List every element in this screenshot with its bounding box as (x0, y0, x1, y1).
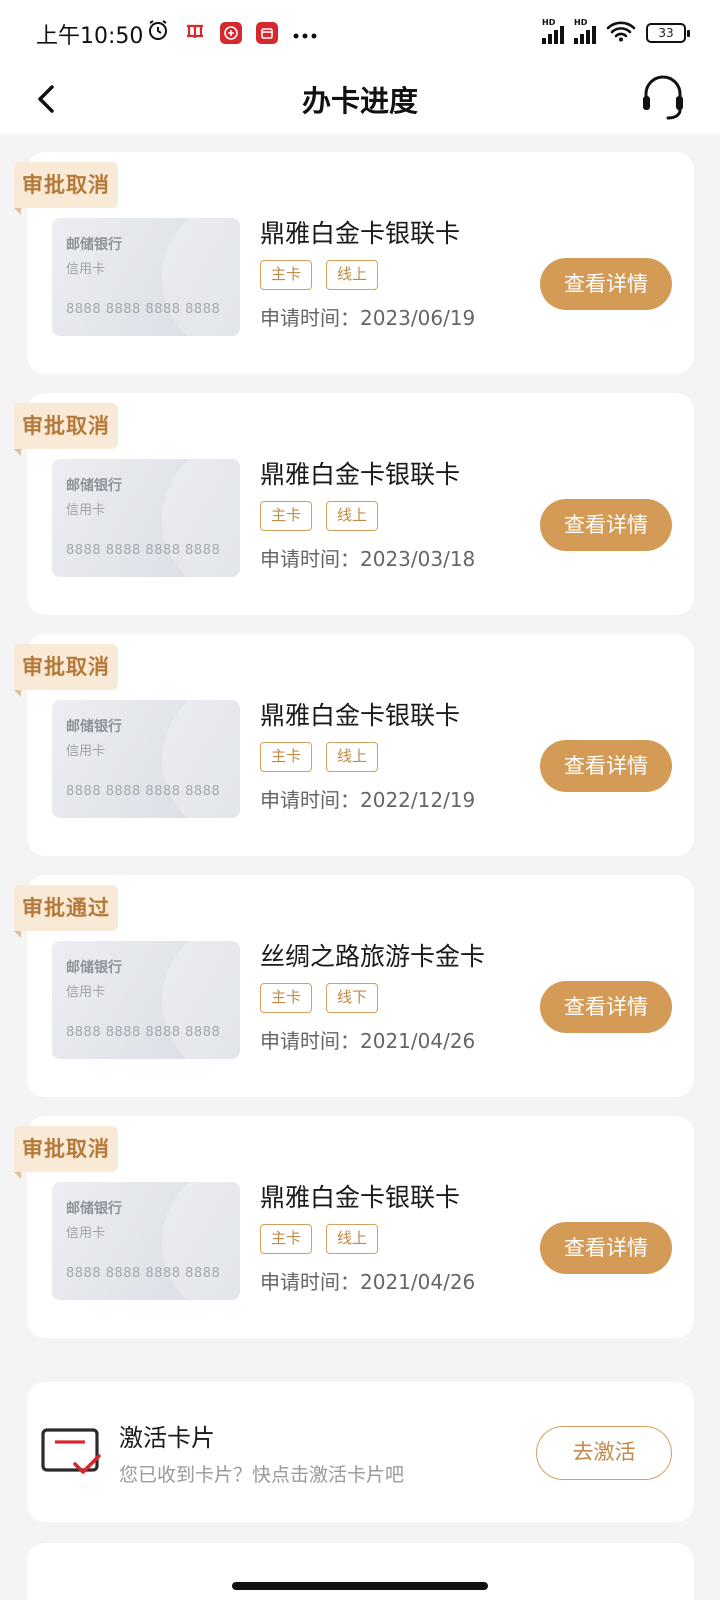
card-product-name: 鼎雅白金卡银联卡 (260, 701, 461, 730)
signal-icon-2: HD (574, 18, 596, 44)
status-badge: 审批取消 (14, 1126, 118, 1179)
apply-date: 申请时间：2021/04/26 (260, 1029, 476, 1053)
card-face-image: 邮储银行 信用卡 8888 8888 8888 8888 (52, 1182, 240, 1300)
battery-level: 33 (658, 26, 674, 40)
card-tag: 主卡 (260, 742, 313, 772)
card-product-name: 鼎雅白金卡银联卡 (260, 219, 461, 248)
status-time: 上午10:50 (36, 24, 144, 49)
wifi-icon (606, 20, 636, 46)
customer-service-button[interactable] (640, 72, 686, 122)
application-card[interactable]: 审批取消 邮储银行 信用卡 8888 8888 8888 8888 鼎雅白金卡银… (14, 393, 694, 615)
application-list: 审批取消 邮储银行 信用卡 8888 8888 8888 8888 鼎雅白金卡银… (14, 152, 694, 1357)
apply-date: 申请时间：2021/04/26 (260, 1270, 476, 1294)
alarm-icon (146, 18, 170, 48)
next-panel (27, 1543, 694, 1600)
activate-subtitle: 您已收到卡片？快点击激活卡片吧 (119, 1464, 405, 1486)
card-tag: 线上 (326, 260, 379, 290)
card-tag: 主卡 (260, 501, 313, 531)
apply-date: 申请时间：2023/03/18 (260, 547, 476, 571)
application-card[interactable]: 审批通过 邮储银行 信用卡 8888 8888 8888 8888 丝绸之路旅游… (14, 875, 694, 1097)
activate-card-panel: 激活卡片 您已收到卡片？快点击激活卡片吧 去激活 (27, 1382, 694, 1522)
card-tag: 主卡 (260, 983, 313, 1013)
postal-app-icon (184, 20, 206, 46)
activate-button[interactable]: 去激活 (536, 1426, 672, 1480)
application-card[interactable]: 审批取消 邮储银行 信用卡 8888 8888 8888 8888 鼎雅白金卡银… (14, 634, 694, 856)
card-face-type: 信用卡 (66, 503, 106, 518)
signal-icon: HD (542, 18, 564, 44)
application-card[interactable]: 审批取消 邮储银行 信用卡 8888 8888 8888 8888 鼎雅白金卡银… (14, 152, 694, 374)
card-face-number: 8888 8888 8888 8888 (66, 784, 221, 799)
card-face-number: 8888 8888 8888 8888 (66, 1025, 221, 1040)
status-bar: 上午10:50 HD HD 33 (0, 0, 720, 64)
card-face-bank: 邮储银行 (66, 478, 122, 494)
card-tags: 主卡 线上 (260, 1224, 379, 1254)
calendar-app-icon (256, 22, 278, 44)
status-notification-icons (146, 18, 318, 48)
network-type-label: HD (542, 18, 556, 27)
home-indicator[interactable] (232, 1582, 488, 1590)
view-details-button[interactable]: 查看详情 (540, 499, 672, 551)
card-face-bank: 邮储银行 (66, 1201, 122, 1217)
activate-title: 激活卡片 (119, 1424, 215, 1452)
network-type-label-2: HD (574, 18, 588, 27)
card-face-bank: 邮储银行 (66, 719, 122, 735)
apply-date: 申请时间：2022/12/19 (260, 788, 476, 812)
headset-icon (643, 75, 683, 120)
card-tags: 主卡 线下 (260, 983, 379, 1013)
card-tag: 主卡 (260, 1224, 313, 1254)
status-badge: 审批取消 (14, 403, 118, 456)
card-product-name: 鼎雅白金卡银联卡 (260, 1183, 461, 1212)
card-face-image: 邮储银行 信用卡 8888 8888 8888 8888 (52, 218, 240, 336)
card-tags: 主卡 线上 (260, 501, 379, 531)
status-system-icons: HD HD 33 (542, 18, 690, 46)
card-face-number: 8888 8888 8888 8888 (66, 302, 221, 317)
card-face-bank: 邮储银行 (66, 960, 122, 976)
card-tag: 线下 (326, 983, 379, 1013)
card-tags: 主卡 线上 (260, 260, 379, 290)
card-tag: 线上 (326, 742, 379, 772)
more-icon (292, 20, 318, 46)
battery-icon: 33 (646, 23, 690, 43)
status-badge: 审批取消 (14, 644, 118, 697)
status-badge: 审批取消 (14, 162, 118, 215)
view-details-button[interactable]: 查看详情 (540, 1222, 672, 1274)
view-details-button[interactable]: 查看详情 (540, 258, 672, 310)
card-face-type: 信用卡 (66, 985, 106, 1000)
bank-app-icon (220, 22, 242, 44)
status-badge: 审批通过 (14, 885, 118, 938)
card-face-number: 8888 8888 8888 8888 (66, 1266, 221, 1281)
card-face-number: 8888 8888 8888 8888 (66, 543, 221, 558)
view-details-button[interactable]: 查看详情 (540, 740, 672, 792)
card-face-type: 信用卡 (66, 262, 106, 277)
card-product-name: 丝绸之路旅游卡金卡 (260, 942, 486, 971)
card-tag: 线上 (326, 501, 379, 531)
application-card[interactable]: 审批取消 邮储银行 信用卡 8888 8888 8888 8888 鼎雅白金卡银… (14, 1116, 694, 1338)
card-face-type: 信用卡 (66, 744, 106, 759)
apply-date: 申请时间：2023/06/19 (260, 306, 476, 330)
card-face-type: 信用卡 (66, 1226, 106, 1241)
card-product-name: 鼎雅白金卡银联卡 (260, 460, 461, 489)
card-face-image: 邮储银行 信用卡 8888 8888 8888 8888 (52, 700, 240, 818)
card-tags: 主卡 线上 (260, 742, 379, 772)
card-tag: 主卡 (260, 260, 313, 290)
card-face-bank: 邮储银行 (66, 237, 122, 253)
card-tag: 线上 (326, 1224, 379, 1254)
view-details-button[interactable]: 查看详情 (540, 981, 672, 1033)
card-face-image: 邮储银行 信用卡 8888 8888 8888 8888 (52, 941, 240, 1059)
card-face-image: 邮储银行 信用卡 8888 8888 8888 8888 (52, 459, 240, 577)
app-header: 办卡进度 (0, 64, 720, 134)
page-title: 办卡进度 (301, 84, 418, 118)
card-check-icon (41, 1424, 105, 1482)
